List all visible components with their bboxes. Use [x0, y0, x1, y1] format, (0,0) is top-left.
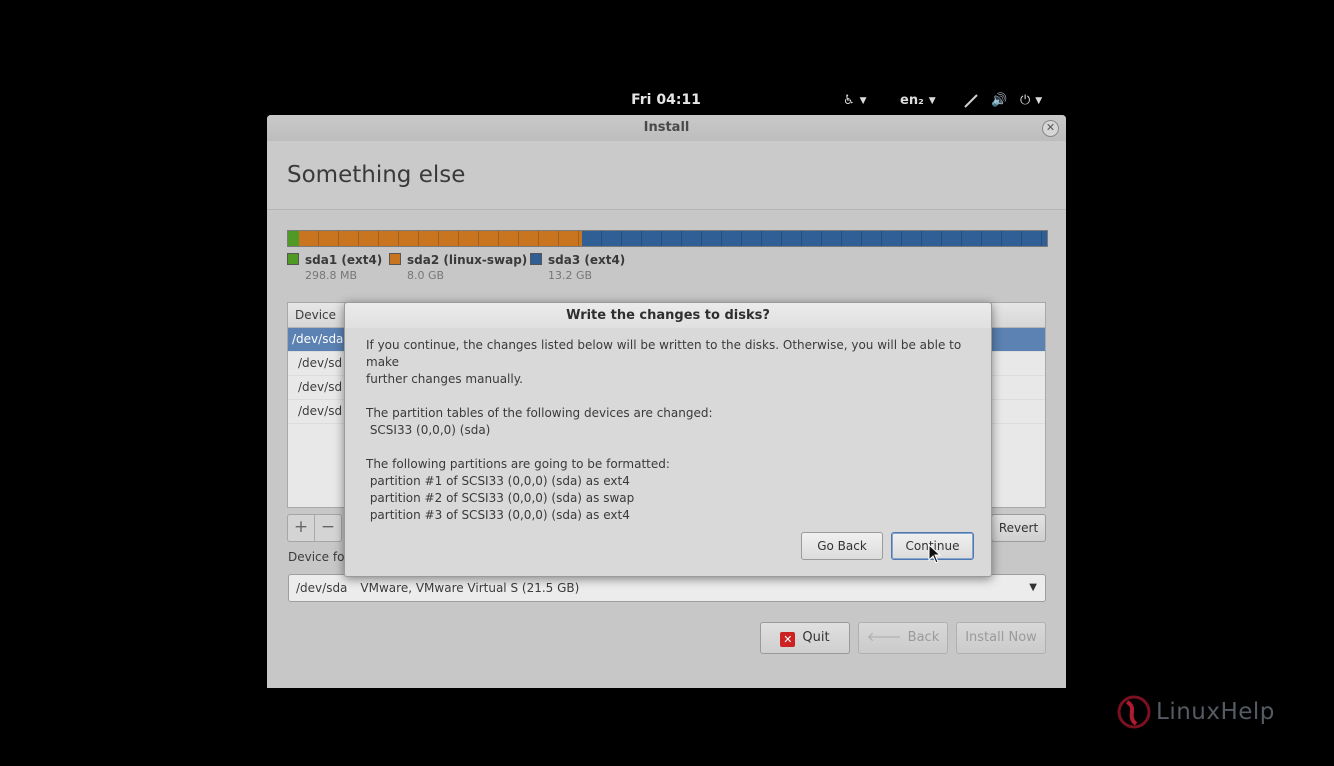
- legend-size: 13.2 GB: [548, 269, 593, 282]
- power-icon: ⏻: [1020, 93, 1031, 108]
- clock[interactable]: Fri 04:11: [620, 92, 712, 108]
- window-title: Install: [643, 120, 690, 135]
- revert-button[interactable]: Revert: [991, 514, 1046, 542]
- watermark: LinuxHelp: [1116, 694, 1275, 730]
- install-now-button[interactable]: Install Now: [956, 622, 1046, 654]
- legend-swatch: [530, 253, 542, 265]
- quit-icon: ✕: [780, 632, 796, 647]
- partition-bar-sda3: [581, 231, 1047, 246]
- legend-size: 298.8 MB: [305, 269, 358, 282]
- dialog-intro-line2: further changes manually.: [366, 372, 523, 386]
- dialog-intro-line1: If you continue, the changes listed belo…: [366, 338, 962, 369]
- legend-item-sda2: sda2 (linux-swap) 8.0 GB: [389, 253, 527, 282]
- power-menu[interactable]: ⏻ ▼: [1020, 93, 1042, 108]
- legend-swatch: [287, 253, 299, 265]
- close-icon[interactable]: ✕: [1042, 120, 1059, 137]
- accessibility-icon: ♿: [843, 93, 855, 108]
- legend-item-sda3: sda3 (ext4) 13.2 GB: [530, 253, 625, 282]
- partition-bar-sda1: [288, 231, 299, 246]
- format-item: partition #2 of SCSI33 (0,0,0) (sda) as …: [366, 491, 635, 505]
- linuxhelp-logo-icon: [1117, 695, 1151, 729]
- accessibility-menu[interactable]: ♿ ▼: [843, 93, 867, 108]
- dialog-title: Write the changes to disks?: [345, 303, 991, 328]
- format-item: partition #3 of SCSI33 (0,0,0) (sda) as …: [366, 508, 630, 522]
- boot-device-select[interactable]: /dev/sda VMware, VMware Virtual S (21.5 G…: [288, 574, 1046, 602]
- chevron-down-icon: ▼: [1035, 96, 1043, 106]
- chevron-down-icon: ▼: [859, 96, 867, 106]
- boot-loader-label: Device for: [288, 550, 350, 564]
- add-partition-button[interactable]: +: [288, 515, 315, 541]
- legend-item-sda1: sda1 (ext4) 298.8 MB: [287, 253, 382, 282]
- page-title: Something else: [287, 162, 466, 188]
- back-label: Back: [907, 630, 940, 645]
- tables-item: SCSI33 (0,0,0) (sda): [366, 423, 491, 437]
- language-label: en₂: [900, 93, 924, 108]
- boot-device-desc: VMware, VMware Virtual S (21.5 GB): [360, 581, 580, 595]
- confirm-dialog: Write the changes to disks? If you conti…: [344, 302, 992, 577]
- boot-device: /dev/sda: [296, 581, 348, 595]
- dialog-body: If you continue, the changes listed belo…: [366, 337, 976, 524]
- format-heading: The following partitions are going to be…: [366, 457, 670, 471]
- arrow-left-icon: 🡐: [866, 630, 902, 645]
- legend-swatch: [389, 253, 401, 265]
- network-icon[interactable]: [963, 93, 979, 113]
- watermark-text: LinuxHelp: [1156, 699, 1275, 725]
- quit-label: Quit: [802, 630, 830, 645]
- quit-button[interactable]: ✕ Quit: [760, 622, 850, 654]
- legend-size: 8.0 GB: [407, 269, 445, 282]
- language-menu[interactable]: en₂ ▼: [900, 93, 936, 108]
- legend-name: sda2 (linux-swap): [407, 253, 528, 267]
- legend-name: sda3 (ext4): [548, 253, 626, 267]
- tables-heading: The partition tables of the following de…: [366, 406, 713, 420]
- partition-toolbar: + −: [287, 514, 342, 542]
- legend-name: sda1 (ext4): [305, 253, 383, 267]
- chevron-down-icon: ▼: [1029, 582, 1037, 593]
- partition-bar: [287, 230, 1048, 247]
- volume-icon[interactable]: 🔊: [991, 93, 1007, 108]
- go-back-button[interactable]: Go Back: [801, 532, 883, 560]
- mouse-cursor-icon: [928, 544, 942, 564]
- chevron-down-icon: ▼: [928, 96, 936, 106]
- partition-bar-sda2: [298, 231, 582, 246]
- back-button[interactable]: 🡐 Back: [858, 622, 948, 654]
- window-titlebar: Install ✕: [267, 115, 1066, 141]
- remove-partition-button[interactable]: −: [315, 515, 341, 541]
- format-item: partition #1 of SCSI33 (0,0,0) (sda) as …: [366, 474, 630, 488]
